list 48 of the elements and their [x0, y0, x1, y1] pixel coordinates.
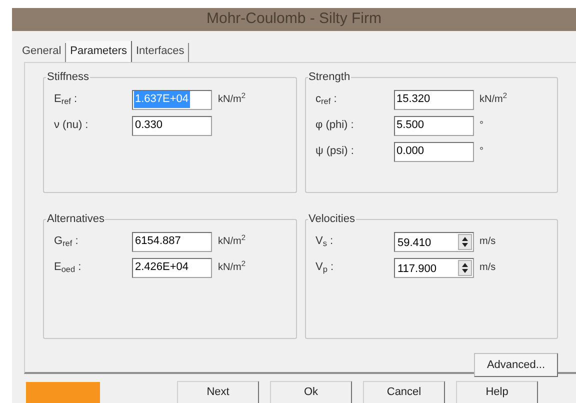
unit-label: m/s — [480, 261, 496, 275]
unit-label: ° — [480, 119, 484, 133]
field-value: 2.426E+04 — [134, 260, 190, 276]
input-field[interactable]: 15.320 — [394, 90, 474, 110]
field-value: 15.320 — [396, 92, 432, 108]
field-label: ψ (psi) : — [316, 144, 355, 160]
group-title: Alternatives — [46, 212, 106, 227]
group-title: Velocities — [308, 212, 356, 227]
field-label: V$_{p}$ : — [316, 260, 335, 276]
input-field[interactable]: 6154.887 — [132, 232, 212, 252]
spin-field[interactable]: 117.900 — [394, 258, 474, 278]
field-value: 5.500 — [396, 118, 426, 134]
field-label: c$_{ref}$ : — [316, 92, 338, 108]
spinner-icon[interactable] — [458, 260, 472, 276]
unit-label: kN/m$^{2}$ — [218, 260, 246, 275]
field-label: E$_{ref}$ : — [54, 92, 78, 108]
window-title: Mohr-Coulomb - Silty Firm — [206, 9, 382, 29]
group-title: Strength — [308, 70, 352, 85]
field-value: 6154.887 — [134, 234, 182, 250]
dialog-button[interactable]: Cancel — [363, 381, 445, 403]
unit-label: ° — [480, 145, 484, 159]
unit-label: kN/m$^{2}$ — [218, 234, 246, 249]
dialog-button[interactable]: Next — [177, 381, 259, 403]
spin-field[interactable]: 59.410 — [394, 232, 474, 252]
input-field[interactable]: 0.000 — [394, 142, 474, 162]
dialog-button[interactable]: Help — [456, 381, 538, 403]
field-value: 0.000 — [396, 144, 426, 160]
field-label: G$_{ref}$ : — [54, 234, 80, 250]
field-value: 59.410 — [396, 236, 432, 248]
dialog-button[interactable]: Ok — [270, 381, 352, 403]
tab[interactable]: Parameters — [66, 40, 132, 63]
field-label: φ (phi) : — [316, 118, 355, 134]
input-field[interactable]: 5.500 — [394, 116, 474, 136]
input-field[interactable]: 2.426E+04 — [132, 258, 212, 278]
input-field[interactable]: 0.330 — [132, 116, 212, 136]
unit-label: m/s — [480, 235, 496, 249]
unit-label: kN/m$^{2}$ — [480, 92, 508, 107]
field-label: ν (nu) : — [54, 118, 90, 134]
group-title: Stiffness — [46, 70, 90, 85]
unit-label: kN/m$^{2}$ — [218, 92, 246, 107]
field-label: V$_{s}$ : — [316, 234, 334, 250]
field-value: 0.330 — [134, 118, 164, 134]
field-value: 1.637E+04 — [134, 91, 190, 108]
field-label: E$_{oed}$ : — [54, 260, 82, 276]
spinner-icon[interactable] — [458, 234, 472, 250]
field-value: 117.900 — [396, 262, 438, 274]
advanced-button[interactable]: Advanced... — [474, 353, 558, 377]
tab[interactable]: Interfaces — [132, 42, 190, 62]
